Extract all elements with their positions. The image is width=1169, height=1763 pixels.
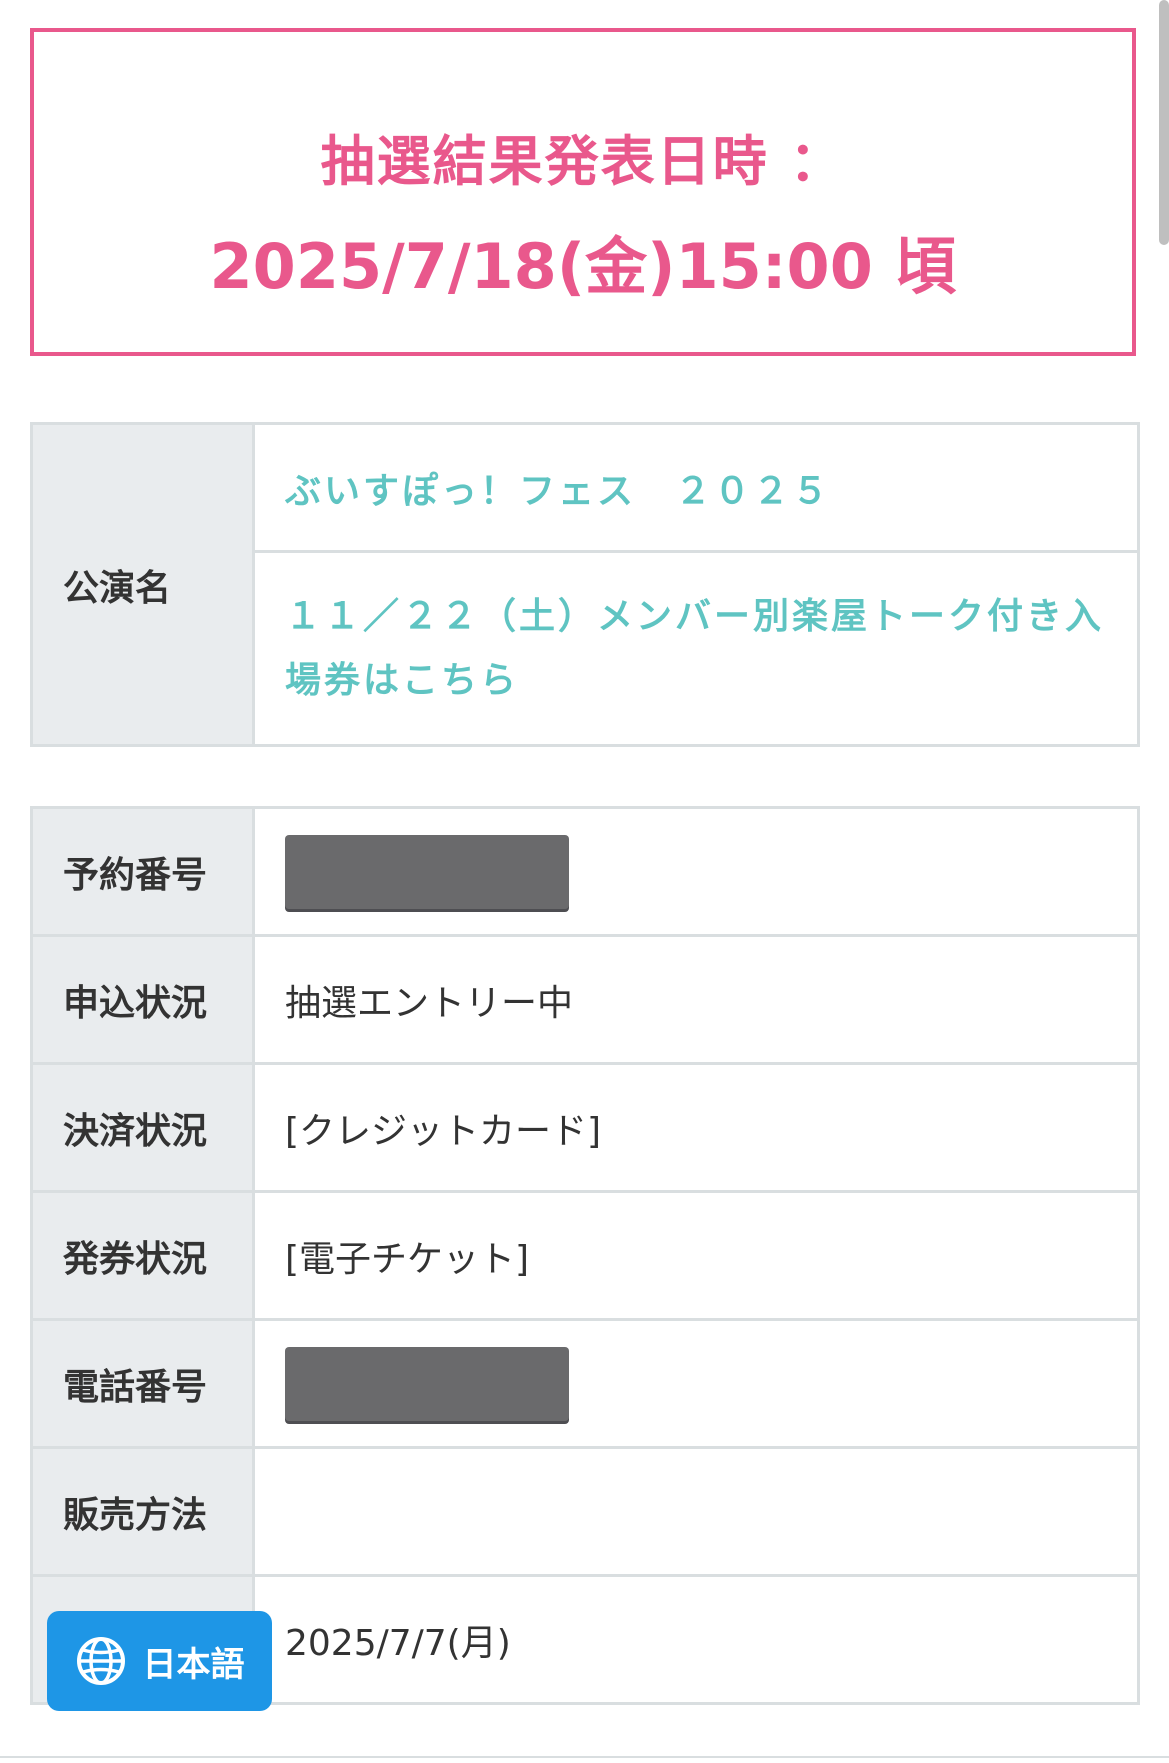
divider (0, 1756, 1169, 1758)
ticketing-status-label: 発券状況 (30, 1190, 255, 1321)
table-row: 電話番号 (30, 1318, 1140, 1449)
table-row: 決済状況 [クレジットカード] (30, 1062, 1140, 1193)
performance-title-link[interactable]: ぶいすぽっ！フェス ２０２５ (252, 422, 1140, 553)
payment-status-value: [クレジットカード] (252, 1062, 1140, 1193)
globe-icon (76, 1637, 125, 1685)
redacted-block (285, 834, 569, 909)
performance-subtitle-link[interactable]: １１／２２（土）メンバー別楽屋トーク付き入場券はこちら (252, 550, 1140, 747)
table-row: 申込状況 抽選エントリー中 (30, 934, 1140, 1065)
phone-number-value (252, 1318, 1140, 1449)
date-value: 2025/7/7(月) (252, 1574, 1140, 1705)
reservation-number-label: 予約番号 (30, 806, 255, 937)
sales-method-label: 販売方法 (30, 1446, 255, 1577)
lottery-announcement-box: 抽選結果発表日時 ： 2025/7/18(金)15:00 頃 (30, 28, 1136, 356)
performance-label: 公演名 (30, 422, 255, 747)
reservation-details-table: 予約番号 申込状況 抽選エントリー中 決済状況 [クレジットカード] 発券状況 … (30, 806, 1140, 1705)
performance-table: 公演名 ぶいすぽっ！フェス ２０２５ １１／２２（土）メンバー別楽屋トーク付き入… (30, 422, 1140, 747)
reservation-number-value (252, 806, 1140, 937)
announcement-datetime: 2025/7/18(金)15:00 頃 (209, 230, 957, 303)
redacted-block (285, 1346, 569, 1421)
application-status-value: 抽選エントリー中 (252, 934, 1140, 1065)
phone-number-label: 電話番号 (30, 1318, 255, 1449)
table-row: 販売方法 (30, 1446, 1140, 1577)
performance-row-title: 公演名 ぶいすぽっ！フェス ２０２５ (30, 422, 1140, 747)
page: 抽選結果発表日時 ： 2025/7/18(金)15:00 頃 公演名 ぶいすぽっ… (0, 0, 1169, 1763)
application-status-label: 申込状況 (30, 934, 255, 1065)
payment-status-label: 決済状況 (30, 1062, 255, 1193)
language-button-label: 日本語 (142, 1644, 245, 1685)
scrollbar[interactable] (1159, 0, 1169, 245)
sales-method-value (252, 1446, 1140, 1577)
table-row: 予約番号 (30, 806, 1140, 937)
language-button[interactable]: 日本語 (47, 1611, 272, 1711)
announcement-label: 抽選結果発表日時 ： (320, 130, 846, 193)
ticketing-status-value: [電子チケット] (252, 1190, 1140, 1321)
table-row: 発券状況 [電子チケット] (30, 1190, 1140, 1321)
